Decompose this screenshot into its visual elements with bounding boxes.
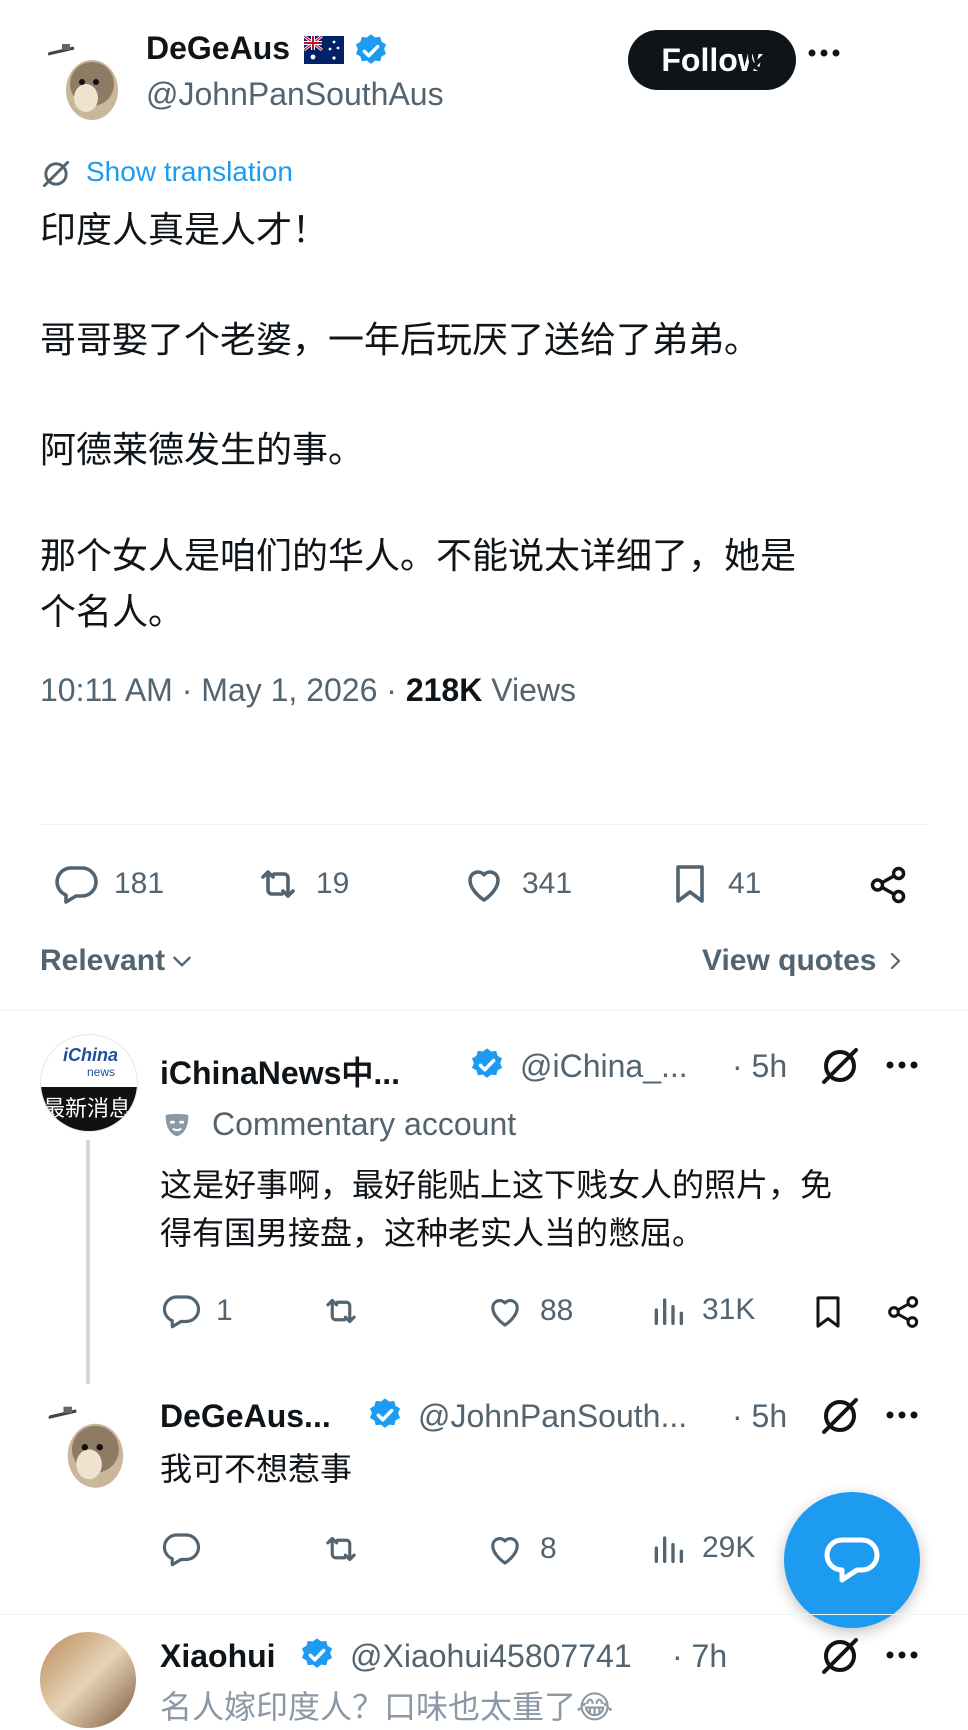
more-options-icon[interactable]: [884, 1058, 920, 1072]
views-button[interactable]: 29K: [648, 1528, 755, 1568]
reply-button[interactable]: 181: [52, 860, 164, 908]
reply-author-handle[interactable]: @JohnPanSouth...: [418, 1398, 687, 1435]
thread-line: [86, 1140, 90, 1384]
sort-relevant-label: Relevant: [40, 944, 166, 977]
reply-text-line-1: 这是好事啊，最好能贴上这下贱女人的照片，免: [160, 1167, 833, 1203]
author-name[interactable]: DeGeAus: [146, 30, 290, 67]
more-options-icon[interactable]: [884, 1648, 920, 1662]
reply-text-line-1: 名人嫁印度人？口味也太重了😂: [160, 1689, 614, 1725]
reply-icon: [160, 1528, 202, 1570]
chevron-right-icon: [883, 949, 907, 973]
australia-flag-icon: [304, 36, 344, 64]
repost-icon: [254, 860, 302, 908]
verified-badge-icon: [298, 1636, 336, 1674]
more-options-icon[interactable]: [806, 46, 842, 60]
repost-count: 19: [316, 867, 350, 900]
avatar-banner-text: 最新消息: [43, 1096, 132, 1121]
show-translation-link[interactable]: Show translation: [86, 156, 293, 188]
bookmark-count: 41: [728, 867, 762, 900]
sort-relevant-dropdown[interactable]: Relevant: [40, 944, 195, 978]
avatar-logo-subtext: news: [87, 1065, 116, 1079]
reply-button[interactable]: 1: [160, 1290, 233, 1332]
post-timestamp[interactable]: 10:11 AM · May 1, 2026 · 218K Views: [40, 672, 576, 709]
repost-icon: [320, 1290, 362, 1332]
post-line-1: 印度人真是人才！: [40, 209, 329, 250]
ichinanews-avatar[interactable]: iChina news 最新消息: [40, 1034, 138, 1132]
share-icon[interactable]: [884, 1292, 924, 1332]
reply-author-handle[interactable]: @Xiaohui45807741: [350, 1638, 632, 1675]
reply-bubble-icon: [822, 1530, 882, 1590]
grok-icon[interactable]: [818, 1044, 862, 1088]
divider: [0, 1010, 968, 1011]
repost-button[interactable]: 19: [254, 860, 349, 908]
grok-icon[interactable]: [818, 1634, 862, 1678]
grok-icon[interactable]: [742, 34, 786, 78]
repost-icon: [320, 1528, 362, 1570]
views-chart-icon: [648, 1528, 688, 1568]
verified-badge-icon: [366, 1396, 404, 1434]
post-line-5: 个名人。: [40, 591, 185, 632]
heart-icon: [460, 860, 508, 908]
reply-count: 181: [114, 867, 165, 900]
like-button[interactable]: 8: [484, 1528, 557, 1570]
reply-time[interactable]: · 5h: [732, 1398, 787, 1435]
bookmark-icon: [666, 860, 714, 908]
like-count: 88: [540, 1294, 574, 1327]
share-icon[interactable]: [866, 862, 912, 908]
reply-author-name[interactable]: Xiaohui: [160, 1638, 276, 1675]
views-label: Views: [482, 672, 576, 708]
reply-icon: [52, 860, 100, 908]
like-button[interactable]: 88: [484, 1290, 573, 1332]
post-line-3: 阿德莱德发生的事。: [40, 429, 365, 470]
xiaohui-avatar[interactable]: [40, 1632, 136, 1728]
heart-icon: [484, 1528, 526, 1570]
view-quotes-link[interactable]: View quotes: [702, 944, 907, 978]
verified-badge-icon: [468, 1046, 506, 1084]
reply-author-name[interactable]: iChinaNews中...: [160, 1048, 400, 1094]
heart-icon: [484, 1290, 526, 1332]
views-count: 29K: [702, 1531, 756, 1564]
grok-icon[interactable]: [818, 1394, 862, 1438]
repost-button[interactable]: [320, 1528, 362, 1570]
reply-count: 1: [216, 1294, 233, 1327]
reply-button[interactable]: [160, 1528, 202, 1570]
reply-text-line-2: 得有国男接盘，这种老实人当的憋屈。: [160, 1215, 705, 1251]
views-chart-icon: [648, 1290, 688, 1330]
like-count: 8: [540, 1532, 557, 1565]
reply-time[interactable]: · 7h: [672, 1638, 727, 1675]
commentary-account-label: Commentary account: [212, 1106, 517, 1142]
divider: [40, 824, 928, 825]
verified-badge-icon: [352, 32, 390, 70]
post-line-2: 哥哥娶了个老婆，一年后玩厌了送给了弟弟。: [40, 319, 761, 360]
views-button[interactable]: 31K: [648, 1290, 755, 1330]
avatar-logo-text: iChina: [63, 1045, 119, 1065]
more-options-icon[interactable]: [884, 1408, 920, 1422]
post-line-4: 那个女人是咱们的华人。不能说太详细了，她是: [40, 535, 797, 576]
reply-author-handle[interactable]: @iChina_...: [520, 1048, 688, 1085]
translate-icon: [40, 158, 72, 190]
author-handle[interactable]: @JohnPanSouthAus: [146, 76, 444, 113]
commentary-mask-icon: [160, 1108, 194, 1142]
compose-reply-fab[interactable]: [784, 1492, 920, 1628]
views-count: 218K: [405, 672, 483, 708]
chevron-down-icon: [169, 948, 195, 974]
reply-text-line-1: 我可不想惹事: [160, 1451, 353, 1487]
post-time-date: 10:11 AM · May 1, 2026 ·: [40, 672, 406, 708]
bookmark-button[interactable]: 41: [666, 860, 761, 908]
reply-icon: [160, 1290, 202, 1332]
repost-button[interactable]: [320, 1290, 362, 1332]
bookmark-icon[interactable]: [808, 1292, 848, 1332]
author-avatar[interactable]: [40, 1396, 136, 1492]
reply-author-name[interactable]: DeGeAus...: [160, 1398, 331, 1435]
divider: [0, 1614, 968, 1615]
author-avatar[interactable]: [40, 34, 130, 124]
like-count: 341: [522, 867, 573, 900]
views-count: 31K: [702, 1293, 756, 1326]
reply-time[interactable]: · 5h: [732, 1048, 787, 1085]
like-button[interactable]: 341: [460, 860, 572, 908]
avatar-banner: 最新消息: [41, 1087, 137, 1131]
view-quotes-label: View quotes: [702, 944, 877, 977]
